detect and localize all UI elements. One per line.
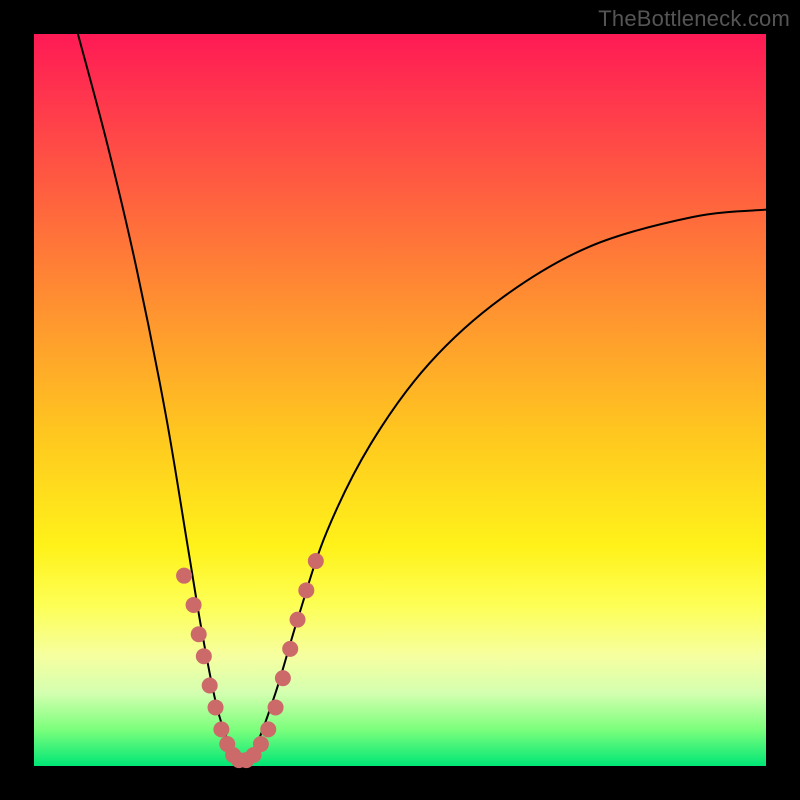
outer-frame: TheBottleneck.com — [0, 0, 800, 800]
data-dot — [275, 670, 291, 686]
data-dot — [260, 721, 276, 737]
data-dot — [202, 677, 218, 693]
bottleneck-curve — [78, 34, 766, 766]
data-dot — [208, 699, 224, 715]
data-dot — [191, 626, 207, 642]
data-dot — [290, 612, 306, 628]
data-dot — [253, 736, 269, 752]
data-dot — [176, 568, 192, 584]
data-dot — [196, 648, 212, 664]
data-dot — [268, 699, 284, 715]
data-dot — [308, 553, 324, 569]
curve-dots — [176, 553, 324, 768]
data-dot — [186, 597, 202, 613]
data-dot — [213, 721, 229, 737]
watermark-text: TheBottleneck.com — [598, 6, 790, 32]
data-dot — [298, 582, 314, 598]
chart-svg — [34, 34, 766, 766]
data-dot — [282, 641, 298, 657]
